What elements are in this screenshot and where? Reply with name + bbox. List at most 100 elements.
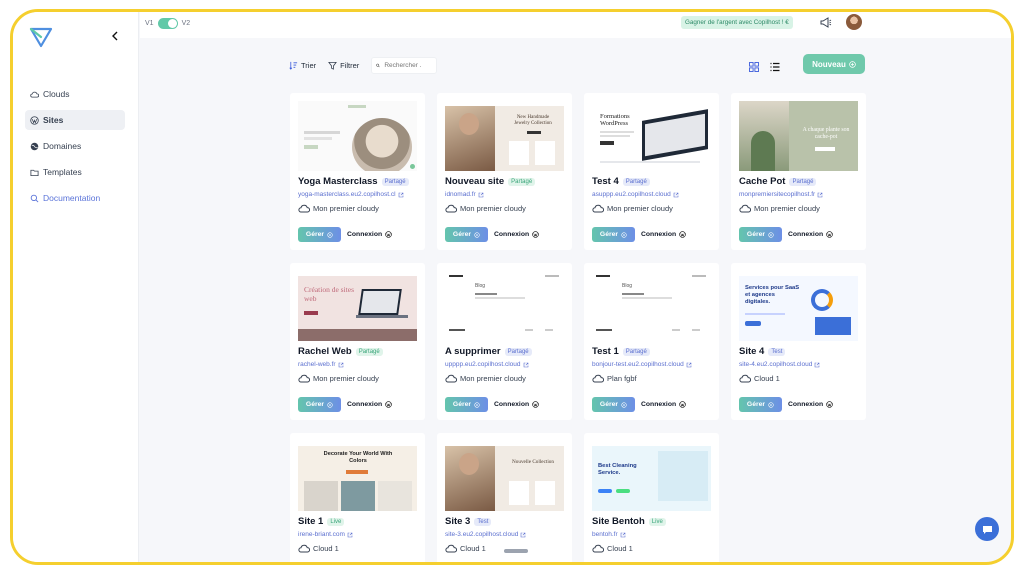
site-card: Blog Test 1 Partagé bonjour-test.eu2.cop…: [584, 263, 719, 420]
site-thumbnail[interactable]: Nouvelle Collection: [445, 441, 564, 511]
site-url: bentoh.fr: [592, 531, 618, 538]
site-url: idnomad.fr: [445, 191, 476, 198]
status-badge: Partagé: [622, 347, 650, 356]
app-frame: Clouds Sites Domaines Templates Document…: [10, 9, 1014, 565]
site-thumbnail[interactable]: Services pour SaaS et agences digitales.: [739, 271, 858, 341]
site-url-link[interactable]: rachel-web.fr: [298, 361, 344, 368]
sidebar-item-clouds[interactable]: Clouds: [25, 84, 125, 104]
login-button[interactable]: Connexion: [788, 227, 833, 242]
search-box[interactable]: [371, 57, 438, 74]
site-url: bonjour-test.eu2.copilhost.cloud: [592, 361, 684, 368]
site-url: rachel-web.fr: [298, 361, 336, 368]
earn-money-badge[interactable]: Gagner de l'argent avec Copilhost ! €: [681, 16, 793, 29]
globe-icon: [30, 142, 39, 150]
site-url-link[interactable]: idnomad.fr: [445, 191, 484, 198]
wordpress-icon: [385, 231, 392, 238]
chat-icon: [982, 525, 992, 534]
new-site-label: Nouveau: [812, 59, 846, 69]
search-icon: [30, 194, 39, 202]
cloud-label: Cloud 1: [739, 374, 780, 383]
megaphone-icon[interactable]: [819, 16, 832, 29]
manage-button[interactable]: Gérer: [298, 227, 341, 242]
site-url-link[interactable]: bonjour-test.eu2.copilhost.cloud: [592, 361, 692, 368]
site-card: Formations WordPress Test 4 Partagé asup…: [584, 93, 719, 250]
status-badge: Live: [648, 517, 666, 526]
site-url-link[interactable]: irene-briant.com: [298, 531, 353, 538]
sidebar-item-documentation[interactable]: Documentation: [25, 188, 125, 208]
site-title-row: A supprimer Partagé: [445, 346, 532, 357]
site-thumbnail[interactable]: A chaque plante son cache-pot: [739, 101, 858, 171]
status-badge: Test: [474, 517, 492, 526]
cloud-name: Mon premier cloudy: [754, 204, 820, 213]
sidebar-item-templates[interactable]: Templates: [25, 162, 125, 182]
chat-button[interactable]: [975, 517, 999, 541]
site-title-row: Test 4 Partagé: [592, 176, 650, 187]
manage-button[interactable]: Gérer: [445, 227, 488, 242]
version-toggle[interactable]: [157, 18, 178, 29]
sidebar-item-domaines[interactable]: Domaines: [25, 136, 125, 156]
manage-button[interactable]: Gérer: [592, 397, 635, 412]
site-url-link[interactable]: upppp.eu2.copilhost.cloud: [445, 361, 529, 368]
cloud-name: Cloud 1: [460, 544, 486, 553]
thumb-title: Blog: [622, 283, 633, 289]
avatar[interactable]: [846, 14, 862, 30]
cloud-icon: [298, 544, 310, 553]
manage-button[interactable]: Gérer: [592, 227, 635, 242]
login-button[interactable]: Connexion: [641, 397, 686, 412]
scrollbar-handle[interactable]: [504, 549, 528, 553]
login-label: Connexion: [494, 231, 530, 238]
login-button[interactable]: Connexion: [494, 227, 539, 242]
login-button[interactable]: Connexion: [641, 227, 686, 242]
filter-icon: [328, 61, 338, 70]
thumb-title: Best Cleaning Service.: [598, 463, 637, 476]
list-view-icon[interactable]: [770, 62, 780, 72]
site-url-link[interactable]: site-3.eu2.copilhost.cloud: [445, 531, 526, 538]
site-title-row: Nouveau site Partagé: [445, 176, 536, 187]
site-url-link[interactable]: monpremiersitecopilhost.fr: [739, 191, 823, 198]
site-card: Yoga Masterclass Partagé yoga-masterclas…: [290, 93, 425, 250]
search-input[interactable]: [384, 62, 433, 69]
cloud-name: Cloud 1: [313, 544, 339, 553]
login-button[interactable]: Connexion: [494, 397, 539, 412]
site-url: monpremiersitecopilhost.fr: [739, 191, 816, 198]
manage-button[interactable]: Gérer: [739, 397, 782, 412]
site-thumbnail[interactable]: Blog: [592, 271, 711, 341]
manage-button[interactable]: Gérer: [445, 397, 488, 412]
login-button[interactable]: Connexion: [788, 397, 833, 412]
gear-icon: [327, 401, 333, 408]
grid-view-icon[interactable]: [749, 62, 759, 72]
manage-button[interactable]: Gérer: [739, 227, 782, 242]
site-thumbnail[interactable]: Blog: [445, 271, 564, 341]
site-thumbnail[interactable]: New Handmade Jewelry Collection: [445, 101, 564, 171]
login-button[interactable]: Connexion: [347, 397, 392, 412]
external-link-icon: [347, 532, 353, 537]
folder-icon: [30, 169, 39, 176]
cloud-icon: [739, 204, 751, 213]
external-link-icon: [338, 362, 343, 367]
site-url-link[interactable]: site-4.eu2.copilhost.cloud: [739, 361, 820, 368]
site-thumbnail[interactable]: Formations WordPress: [592, 101, 711, 171]
login-label: Connexion: [788, 231, 824, 238]
external-link-icon: [398, 192, 403, 197]
new-site-button[interactable]: Nouveau: [803, 54, 865, 74]
site-url-link[interactable]: bentoh.fr: [592, 531, 626, 538]
copilhost-logo-icon[interactable]: [29, 26, 53, 48]
sidebar-item-sites[interactable]: Sites: [25, 110, 125, 130]
sort-button[interactable]: Trier: [289, 61, 316, 70]
filter-button[interactable]: Filtrer: [328, 61, 359, 70]
top-bar: V1 V2 Gagner de l'argent avec Copilhost …: [140, 12, 1011, 38]
site-url: site-4.eu2.copilhost.cloud: [739, 361, 813, 368]
site-url-link[interactable]: yoga-masterclass.eu2.copilhost.cl: [298, 191, 404, 198]
site-url-link[interactable]: asuppp.eu2.copilhost.cloud: [592, 191, 679, 198]
external-link-icon: [523, 362, 528, 367]
cloud-icon: [592, 374, 604, 383]
site-thumbnail[interactable]: Création de sites web: [298, 271, 417, 341]
site-thumbnail[interactable]: [298, 101, 417, 171]
sidebar-item-label: Templates: [43, 167, 82, 177]
sort-label: Trier: [301, 61, 317, 70]
login-button[interactable]: Connexion: [347, 227, 392, 242]
site-thumbnail[interactable]: Best Cleaning Service.: [592, 441, 711, 511]
manage-button[interactable]: Gérer: [298, 397, 341, 412]
chevron-left-icon[interactable]: [110, 31, 120, 41]
site-thumbnail[interactable]: Decorate Your World With Colors: [298, 441, 417, 511]
